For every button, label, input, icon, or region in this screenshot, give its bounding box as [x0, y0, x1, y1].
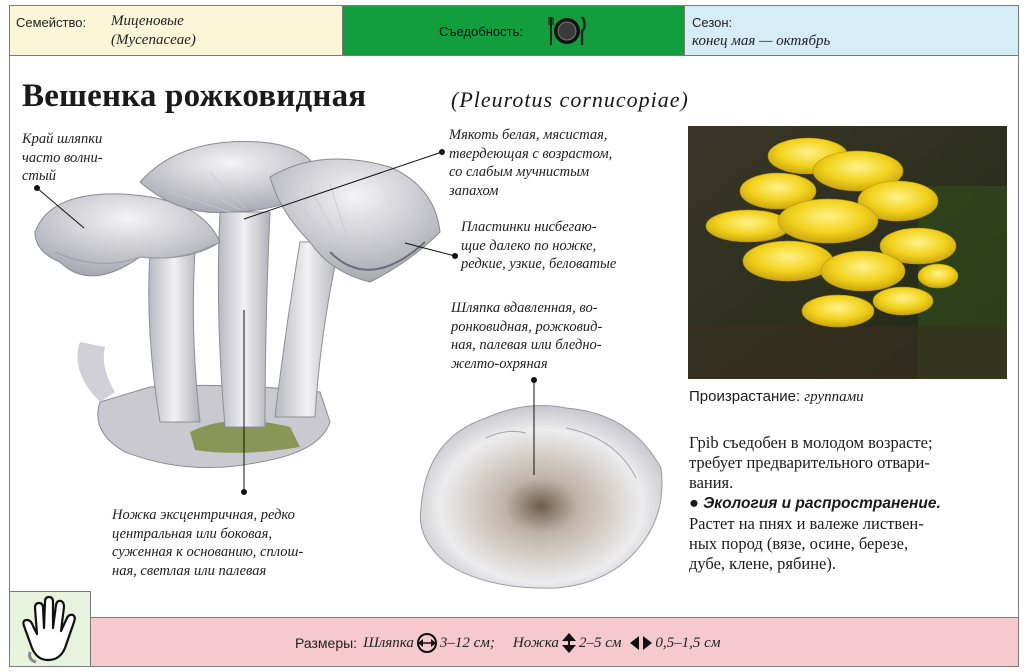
- description: Грib съедобен в молодом возрасте; требуе…: [689, 433, 1007, 574]
- edibility-line: Грib съедобен в молодом возрасте;: [689, 433, 933, 452]
- stem-size-label: Ножка: [512, 634, 559, 651]
- ecology-line: дубе, клене, рябине).: [689, 554, 836, 573]
- note-cap: Шляпка вдавленная, во- ронковидная, рожк…: [451, 300, 603, 372]
- habitat-value: группами: [804, 389, 864, 405]
- stem-length-value: 2–5 см: [578, 634, 622, 651]
- sizes-bar: Размеры: Шляпка 3–12 см; Ножка 2–5 см 0,…: [91, 617, 1019, 667]
- note-flesh: Мякоть белая, мясистая, твердеющая с воз…: [449, 127, 613, 199]
- edibility-line: требует предварительного отвари-: [689, 453, 930, 472]
- habitat-label: Произрастание:: [689, 388, 801, 405]
- ecology-line: Растет на пнях и валеже листвен-: [689, 514, 924, 533]
- mushroom-photo: [688, 126, 1007, 379]
- sizes-label: Размеры:: [295, 635, 358, 651]
- stem-width-icon: [630, 636, 653, 650]
- cap-size-value: 3–12 см;: [439, 634, 495, 651]
- cap-diameter-icon: [416, 633, 437, 653]
- bullet-icon: ●: [689, 493, 704, 512]
- note-gills: Пластинки нисбегаю- щие далеко по ножке,…: [461, 219, 617, 272]
- sizes-row: Размеры: Шляпка 3–12 см; Ножка 2–5 см 0,…: [295, 632, 720, 654]
- hand-cell: [9, 591, 91, 667]
- stem-length-icon: [561, 633, 576, 653]
- hand-icon: [22, 595, 76, 664]
- edibility-line: вания.: [689, 473, 734, 492]
- habitat: Произрастание: группами: [689, 388, 864, 406]
- ecology-heading-row: ● Экология и распространение.: [689, 493, 1007, 514]
- ecology-line: ных пород (вязе, осине, березе,: [689, 534, 909, 553]
- note-cap-edge: Край шляпки часто волни- стый: [22, 131, 103, 184]
- stem-width-value: 0,5–1,5 см: [655, 634, 721, 651]
- ecology-heading: Экология и распространение.: [703, 495, 941, 512]
- cap-size-label: Шляпка: [363, 634, 414, 651]
- note-stem: Ножка эксцентричная, редко центральная и…: [112, 507, 304, 579]
